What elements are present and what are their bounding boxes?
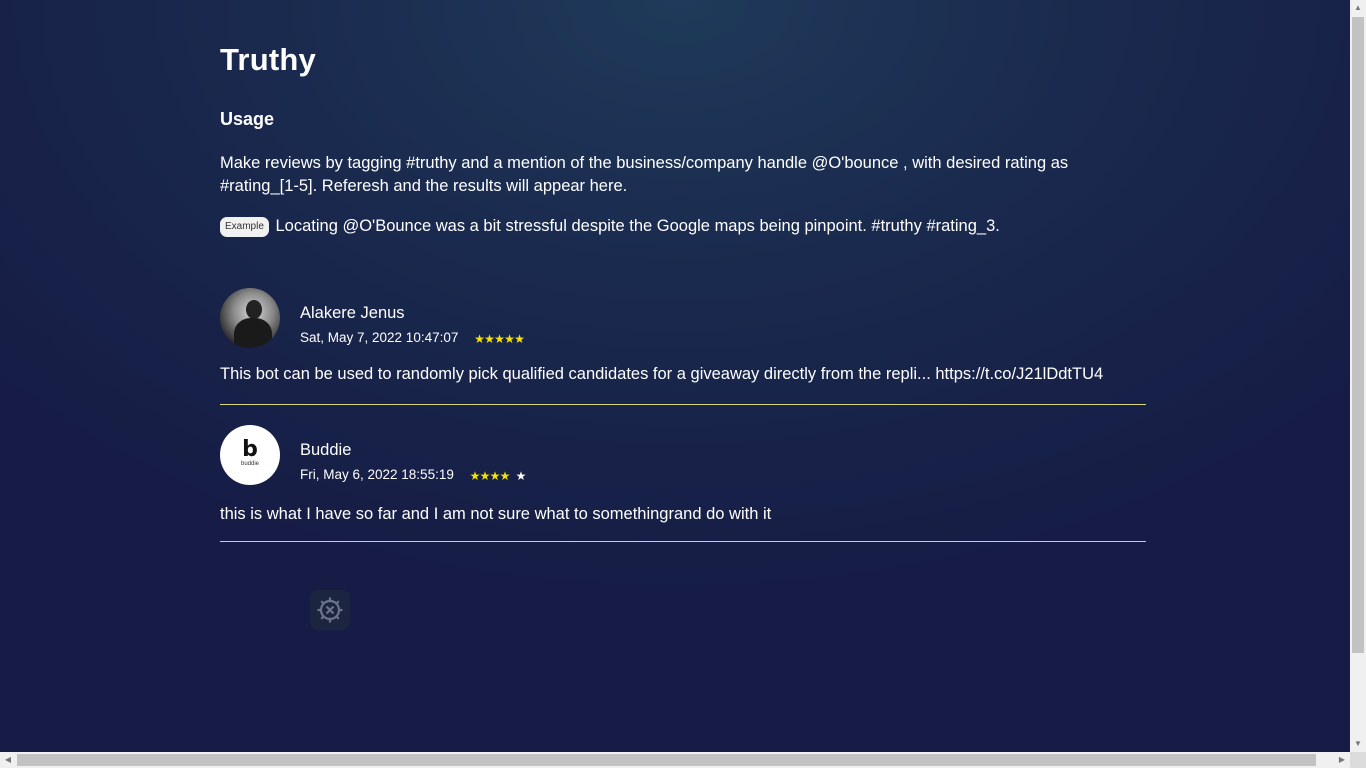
scroll-up-icon[interactable]: ▲ bbox=[1350, 0, 1366, 16]
gear-icon bbox=[317, 597, 343, 623]
buddie-logo-letter: b bbox=[242, 437, 258, 462]
page-title: Truthy bbox=[220, 42, 316, 77]
star-filled-icon: ★ bbox=[499, 469, 511, 483]
horizontal-scrollbar[interactable]: ◀ ▶ bbox=[0, 752, 1350, 768]
usage-description: Make reviews by tagging #truthy and a me… bbox=[220, 154, 1069, 195]
example-text: Locating @O'Bounce was a bit stressful d… bbox=[275, 217, 1000, 235]
page-viewport: Truthy Usage Make reviews by tagging #tr… bbox=[0, 0, 1350, 752]
review-text: This bot can be used to randomly pick qu… bbox=[220, 365, 1104, 383]
usage-heading: Usage bbox=[220, 109, 275, 129]
vertical-scrollbar[interactable]: ▲ ▼ bbox=[1350, 0, 1366, 752]
buddie-logo-text: buddie bbox=[240, 461, 260, 467]
star-filled-icon: ★ bbox=[489, 469, 501, 483]
horizontal-scroll-thumb[interactable] bbox=[17, 754, 1316, 766]
divider bbox=[220, 404, 1146, 405]
star-filled-icon: ★ bbox=[479, 469, 491, 483]
example-badge: Example bbox=[220, 217, 269, 237]
reviewer-name: Alakere Jenus bbox=[300, 304, 405, 322]
scroll-down-icon[interactable]: ▼ bbox=[1350, 736, 1366, 752]
star-filled-icon: ★ bbox=[474, 332, 485, 346]
review-date: Sat, May 7, 2022 10:47:07 bbox=[300, 330, 459, 345]
avatar: b buddie bbox=[220, 425, 280, 485]
star-filled-icon: ★ bbox=[494, 332, 505, 346]
review-meta: Sat, May 7, 2022 10:47:07 ★★★★★ bbox=[300, 330, 525, 346]
scroll-left-icon[interactable]: ◀ bbox=[0, 752, 16, 768]
scroll-right-icon[interactable]: ▶ bbox=[1334, 752, 1350, 768]
star-filled-icon: ★ bbox=[514, 332, 525, 346]
avatar bbox=[220, 288, 280, 348]
star-empty-icon: ★ bbox=[515, 469, 527, 483]
example-line: Example Locating @O'Bounce was a bit str… bbox=[220, 215, 1146, 238]
divider bbox=[220, 541, 1146, 542]
star-filled-icon: ★ bbox=[469, 469, 481, 483]
settings-button[interactable] bbox=[310, 590, 350, 630]
star-filled-icon: ★ bbox=[504, 332, 515, 346]
review-text: this is what I have so far and I am not … bbox=[220, 505, 772, 523]
review-meta: Fri, May 6, 2022 18:55:19 ★★★★ ★ bbox=[300, 467, 526, 483]
vertical-scroll-thumb[interactable] bbox=[1352, 17, 1364, 653]
star-rating: ★★★★★ bbox=[469, 468, 527, 483]
star-filled-icon: ★ bbox=[484, 332, 495, 346]
review-date: Fri, May 6, 2022 18:55:19 bbox=[300, 467, 454, 482]
reviewer-name: Buddie bbox=[300, 441, 352, 459]
star-rating: ★★★★★ bbox=[474, 331, 525, 346]
scrollbar-corner bbox=[1350, 752, 1366, 768]
